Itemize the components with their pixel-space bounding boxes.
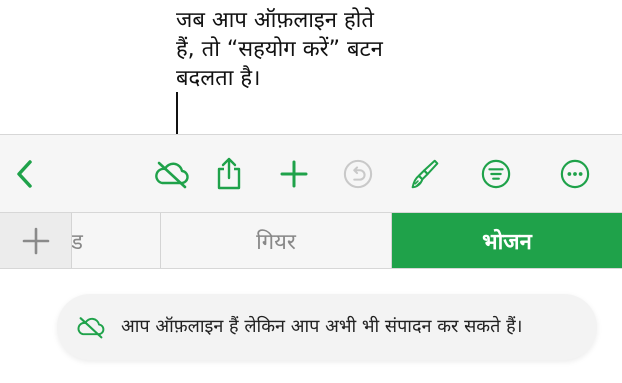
back-button[interactable]	[10, 159, 40, 189]
plus-icon	[22, 227, 49, 254]
tab-trend[interactable]: ट्रेंड	[72, 213, 161, 268]
callout-line-3: बदलता है।	[176, 66, 261, 91]
organize-button[interactable]	[481, 159, 511, 189]
undo-icon	[343, 159, 373, 189]
format-brush-icon	[411, 159, 439, 189]
back-chevron-icon	[17, 160, 32, 188]
format-button[interactable]	[410, 159, 440, 189]
share-icon	[217, 157, 241, 190]
tab-label: ट्रेंड	[72, 229, 83, 255]
offline-notification-toast: आप ऑफ़लाइन हैं लेकिन आप अभी भी संपादन कर…	[57, 294, 597, 360]
tab-gear[interactable]: गियर	[161, 213, 392, 268]
sheet-tabs-bar: ट्रेंड गियर भोजन	[0, 213, 622, 269]
callout-line-1: जब आप ऑफ़लाइन होते	[176, 8, 374, 33]
offline-cloud-icon	[155, 161, 189, 189]
offline-cloud-icon	[77, 317, 105, 339]
undo-button[interactable]	[343, 159, 373, 189]
callout-annotation: जब आप ऑफ़लाइन होते हैं, तो “सहयोग करें” …	[176, 6, 476, 93]
add-icon	[280, 160, 308, 188]
callout-line-2: हैं, तो “सहयोग करें” बटन	[176, 37, 383, 62]
tab-label: भोजन	[482, 229, 532, 255]
add-button[interactable]	[279, 159, 309, 189]
share-button[interactable]	[214, 157, 244, 190]
more-button[interactable]	[560, 159, 590, 189]
organize-filter-icon	[481, 159, 511, 189]
add-sheet-button[interactable]	[0, 213, 72, 268]
tab-label: गियर	[256, 229, 296, 255]
collaborate-offline-button[interactable]	[152, 159, 192, 189]
toast-message: आप ऑफ़लाइन हैं लेकिन आप अभी भी संपादन कर…	[121, 316, 523, 337]
more-icon	[560, 159, 590, 189]
tab-food[interactable]: भोजन	[392, 213, 622, 268]
toolbar	[0, 134, 622, 213]
